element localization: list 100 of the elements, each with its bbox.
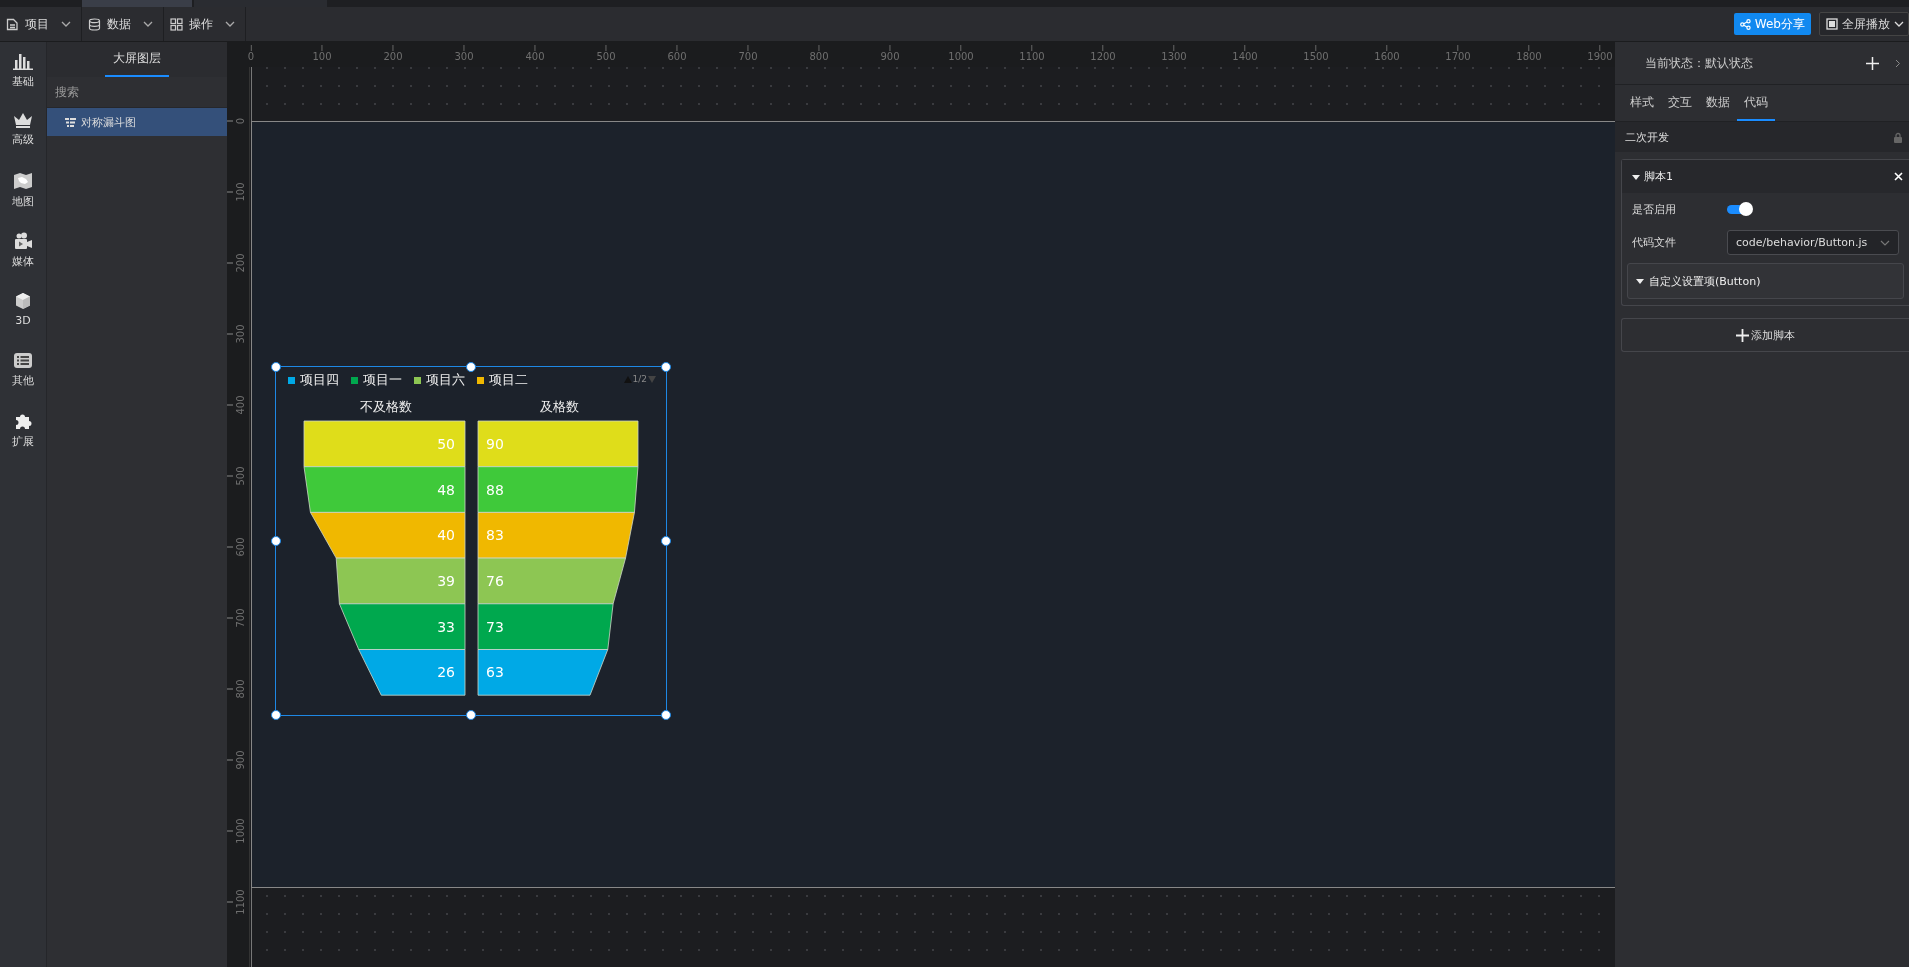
ruler-label: 1800 (1516, 51, 1542, 62)
fullscreen-button[interactable]: 全屏播放 (1819, 12, 1909, 36)
field-label: 是否启用 (1632, 202, 1677, 217)
resize-handle[interactable] (466, 710, 476, 720)
sidebar-item[interactable]: 3D (1, 292, 45, 337)
value-label: 83 (486, 527, 504, 544)
ruler-label: 1200 (1090, 51, 1116, 62)
value-label: 88 (486, 481, 504, 498)
grid-icon (170, 17, 183, 31)
value-label: 73 (486, 618, 504, 635)
value-label: 40 (437, 527, 455, 544)
map-icon (13, 172, 33, 190)
ruler-label: 1600 (1374, 51, 1400, 62)
resize-handle[interactable] (271, 362, 281, 372)
bar-chart-icon (13, 52, 33, 70)
menu-button[interactable]: 操作 (164, 7, 246, 41)
ruler-label: 100 (234, 181, 246, 204)
file-select[interactable]: code/behavior/Button.js (1727, 230, 1899, 255)
sidebar-item[interactable]: 高级 (1, 112, 45, 157)
ruler-label: 1000 (234, 818, 246, 844)
ruler-label: 0 (247, 51, 255, 62)
sidebar-item[interactable]: 地图 (1, 172, 45, 217)
field-label: 代码文件 (1632, 235, 1677, 250)
funnel-title: 不及格数 (360, 398, 412, 416)
value-label: 63 (486, 664, 504, 681)
ruler-label: 800 (234, 678, 246, 701)
legend-label[interactable]: 项目二 (489, 371, 528, 389)
share-button[interactable]: Web分享 (1733, 13, 1811, 35)
ruler-label: 1500 (1303, 51, 1329, 62)
panel-tab[interactable]: 交互 (1661, 85, 1699, 121)
ruler-label: 400 (234, 394, 246, 417)
toggle-switch[interactable] (1727, 205, 1751, 214)
ruler-label: 300 (454, 51, 474, 62)
panel-tab[interactable]: 数据 (1699, 85, 1737, 121)
ruler-label: 900 (880, 51, 900, 62)
resize-handle[interactable] (271, 710, 281, 720)
menu-button[interactable]: 数据 (82, 7, 164, 41)
legend-label[interactable]: 项目六 (426, 371, 465, 389)
section-title: 二次开发 (1625, 129, 1669, 145)
caret-icon (61, 21, 71, 27)
caret-icon (143, 21, 153, 27)
ruler-label: 700 (234, 607, 246, 630)
legend-label[interactable]: 项目一 (363, 371, 402, 389)
lock-icon (1893, 131, 1903, 143)
ruler-label: 0 (234, 116, 246, 127)
funnel-title: 及格数 (539, 398, 579, 416)
value-label: 33 (437, 618, 455, 635)
panel-tab[interactable]: 样式 (1623, 85, 1661, 121)
ruler-label: 1900 (1587, 51, 1613, 62)
crown-icon (13, 112, 33, 128)
ruler-label: 800 (809, 51, 829, 62)
funnel-chart-icon (65, 117, 76, 127)
caret-icon (225, 21, 235, 27)
sidebar-item[interactable]: 媒体 (1, 232, 45, 277)
resize-handle[interactable] (271, 536, 281, 546)
file-icon (6, 17, 19, 31)
video-camera-icon (13, 232, 33, 250)
value-label: 76 (486, 572, 504, 589)
puzzle-icon (13, 412, 33, 430)
state-label: 当前状态：默认状态 (1645, 54, 1754, 72)
ruler-label: 1400 (1232, 51, 1258, 62)
fullscreen-icon (1826, 18, 1838, 30)
resize-handle[interactable] (661, 710, 671, 720)
cube-icon (14, 292, 32, 310)
caret-icon (1880, 239, 1890, 246)
sidebar-item[interactable]: 基础 (1, 52, 45, 97)
ruler-label: 300 (234, 323, 246, 346)
ruler-label: 600 (234, 536, 246, 559)
plus-icon (1736, 328, 1749, 342)
resize-handle[interactable] (466, 362, 476, 372)
ruler-label: 100 (312, 51, 332, 62)
legend-label[interactable]: 项目四 (300, 371, 339, 389)
value-label: 39 (437, 572, 455, 589)
list-icon (13, 352, 33, 369)
value-label: 50 (437, 435, 455, 452)
chevron-right-icon[interactable] (1895, 58, 1901, 68)
ruler-label: 200 (234, 252, 246, 275)
caret-icon (1894, 21, 1904, 27)
resize-handle[interactable] (661, 536, 671, 546)
ruler-label: 700 (738, 51, 758, 62)
ruler-label: 500 (596, 51, 616, 62)
ruler-label: 200 (383, 51, 403, 62)
add-script-button[interactable]: 添加脚本 (1621, 318, 1909, 352)
sidebar-item[interactable]: 其他 (1, 352, 45, 397)
value-label: 26 (437, 664, 455, 681)
close-icon[interactable] (1894, 172, 1903, 181)
layer-item[interactable]: 对称漏斗图 (47, 108, 227, 136)
ruler-label: 900 (234, 749, 246, 772)
ruler-label: 500 (234, 465, 246, 488)
resize-handle[interactable] (661, 362, 671, 372)
ruler-label: 1700 (1445, 51, 1471, 62)
menu-button[interactable]: 项目 (0, 7, 82, 41)
plus-icon[interactable] (1866, 56, 1879, 70)
ruler-label: 1300 (1161, 51, 1187, 62)
sidebar-item[interactable]: 扩展 (1, 412, 45, 457)
ruler-label: 1100 (234, 889, 246, 915)
value-label: 90 (486, 435, 504, 452)
custom-settings-header[interactable]: 自定义设置项(Button) (1627, 263, 1904, 299)
database-icon (88, 17, 101, 31)
share-icon (1739, 18, 1751, 30)
